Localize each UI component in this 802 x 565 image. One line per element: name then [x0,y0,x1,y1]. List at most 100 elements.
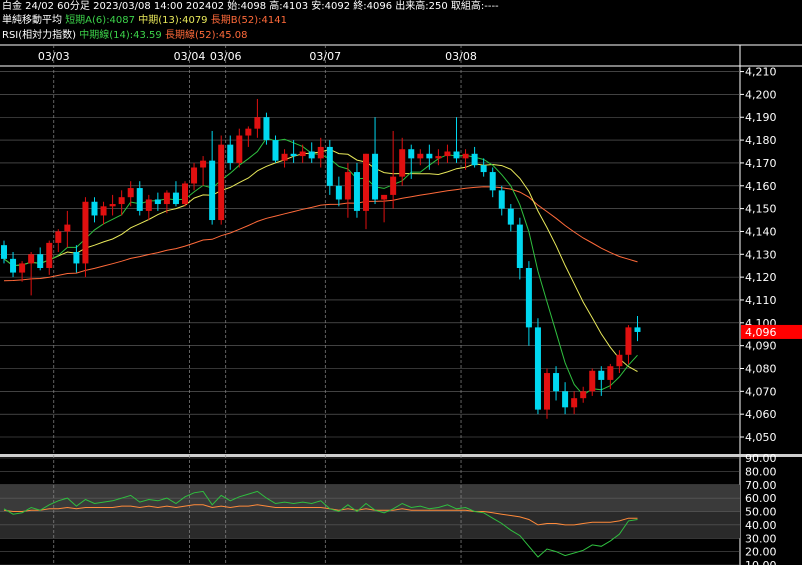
rsi-tick-label: 90.00 [745,452,777,465]
candle-body [182,183,188,205]
candle [272,135,279,163]
candle-body [28,254,35,264]
candle-body [254,117,261,129]
candle-body [317,146,324,159]
candle-body [82,201,89,264]
candle [236,128,243,168]
candle [28,252,35,296]
candle-body [1,245,7,259]
price-tick-label: 4,180 [745,134,777,147]
candle-body [37,254,44,268]
candle-body [263,117,270,141]
candle-body [544,373,550,410]
price-tick-label: 4,140 [745,225,777,238]
date-label: 03/07 [309,50,341,63]
candle-body [299,151,306,157]
candle-body [516,224,523,268]
candle-body [399,149,406,177]
candle-body [534,327,541,410]
candle-body [145,199,152,211]
candle-body [553,373,560,392]
price-tick-label: 4,190 [745,111,777,124]
candle [498,185,505,216]
price-chart: 4,0504,0604,0704,0804,0904,1004,1104,120… [0,44,802,565]
date-label: 03/03 [38,50,70,63]
ma52-line [3,186,638,282]
candle-body [381,194,388,200]
candle-body [372,153,379,200]
candle-body [10,258,17,273]
candle-body [172,192,179,205]
candle [191,162,198,191]
candle [580,386,587,403]
candle [571,391,578,415]
candle [363,153,369,230]
rsi-tick-label: 30.00 [745,532,777,545]
price-tick-label: 4,160 [745,180,777,193]
candle-body [471,153,478,166]
candle [46,240,53,275]
candle-body [46,242,53,268]
candle [516,217,523,280]
candle [263,112,270,145]
candle [353,162,360,218]
panel-separator [0,454,802,457]
candle-body [191,167,198,184]
candle-body [200,160,207,168]
candle [553,366,560,401]
candle-body [109,204,116,207]
date-label: 03/06 [210,50,242,63]
candle [254,98,261,138]
candle-body [209,160,216,221]
rsi-tick-label: 70.00 [745,479,777,492]
candle-body [127,188,134,198]
candle-body [498,190,505,209]
candle [64,210,71,248]
candle [308,142,315,163]
candle [390,130,397,209]
candle-body [154,199,161,205]
price-tick-label: 4,110 [745,294,777,307]
price-tick-label: 4,060 [745,408,777,421]
candle [172,181,179,207]
candle-body [353,172,360,211]
price-tick-label: 4,120 [745,271,777,284]
price-tick-label: 4,050 [745,431,777,444]
candle [19,261,26,282]
candle [281,149,288,168]
candle [218,135,225,225]
candle-body [344,172,351,200]
candle-body [435,156,442,159]
candle [507,204,514,232]
price-tick-label: 4,090 [745,340,777,353]
ma13-line [3,148,638,372]
candle-body [444,151,451,157]
ma6-line [3,137,638,396]
candle-body [118,197,125,205]
candle-body [634,327,641,332]
candle [209,130,216,225]
candle-body [390,176,397,195]
candle-body [426,153,433,159]
current-price-label: 4,096 [745,326,777,339]
candle-body [100,206,107,216]
rsi-tick-label: 80.00 [745,465,777,478]
candle-body [453,151,460,159]
candle [145,194,152,221]
candle [154,192,161,211]
candle-body [363,153,369,211]
price-tick-label: 4,130 [745,248,777,261]
candle [245,126,252,147]
candle-body [571,398,578,408]
price-tick-label: 4,080 [745,362,777,375]
candle-body [417,153,424,159]
rsi-tick-label: 40.00 [745,519,777,532]
candle-body [480,165,487,173]
candle-body [163,192,170,205]
candle-body [489,172,496,191]
rsi-tick-label: 50.00 [745,506,777,519]
candle [372,117,379,205]
candle [326,140,333,195]
candle-body [326,146,333,186]
candle [55,229,62,253]
